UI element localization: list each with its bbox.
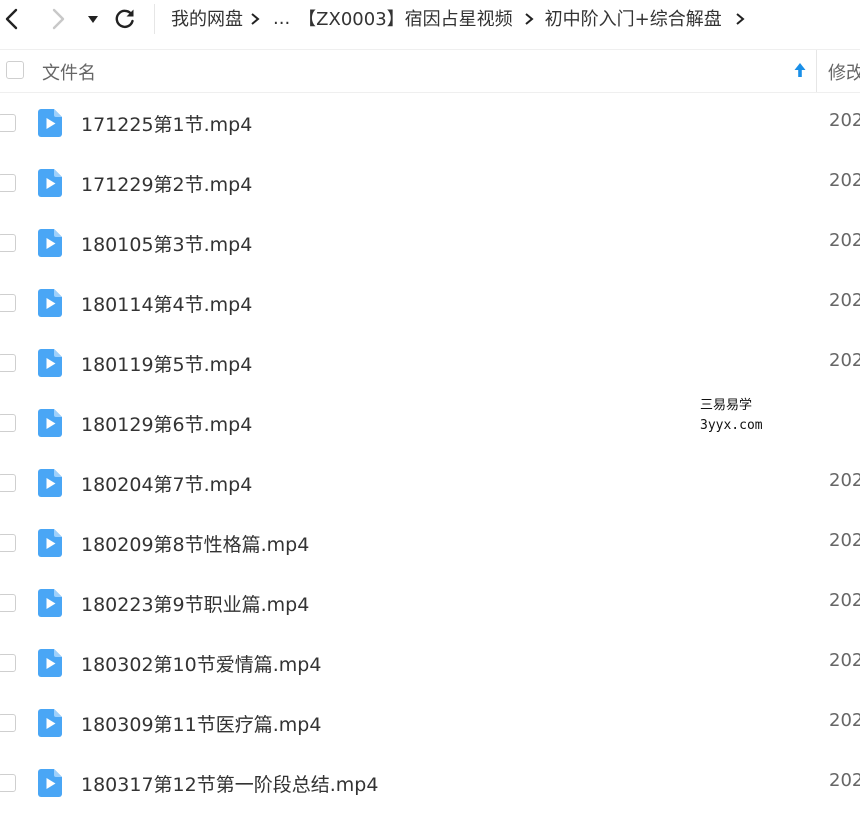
video-file-icon	[38, 589, 62, 617]
sort-up-arrow-icon[interactable]	[793, 61, 807, 79]
chevron-right-icon	[517, 8, 541, 29]
watermark: 三易易学 3yyx.com	[700, 396, 763, 436]
file-name[interactable]: 180204第7节.mp4	[81, 470, 252, 497]
file-modified-date: 202	[829, 710, 860, 731]
row-checkbox[interactable]	[0, 774, 16, 792]
table-row[interactable]: 180223第9节职业篇.mp4 202	[0, 573, 860, 633]
history-dropdown-button[interactable]	[82, 5, 110, 33]
breadcrumb-item-my-drive[interactable]: 我的网盘	[171, 5, 243, 31]
file-modified-date: 202	[829, 650, 860, 671]
file-modified-date: 202	[829, 530, 860, 551]
column-header-filename[interactable]: 文件名	[42, 59, 96, 85]
file-name[interactable]: 171225第1节.mp4	[81, 110, 252, 137]
video-file-icon	[38, 529, 62, 557]
table-row[interactable]: 180204第7节.mp4 202	[0, 453, 860, 513]
video-file-icon	[38, 409, 62, 437]
row-checkbox[interactable]	[0, 534, 16, 552]
table-row[interactable]: 180302第10节爱情篇.mp4 202	[0, 633, 860, 693]
file-modified-date: 202	[829, 350, 860, 371]
refresh-icon	[115, 9, 134, 28]
file-modified-date: 202	[829, 110, 860, 131]
file-name[interactable]: 171229第2节.mp4	[81, 170, 252, 197]
file-modified-date: 202	[829, 170, 860, 191]
chevron-right-icon	[728, 8, 752, 29]
chevron-left-icon	[5, 8, 18, 30]
file-name[interactable]: 180105第3节.mp4	[81, 230, 252, 257]
file-modified-date: 202	[829, 770, 860, 791]
column-divider[interactable]	[816, 50, 817, 92]
video-file-icon	[38, 469, 62, 497]
file-list: 171225第1节.mp4 202 171229第2节.mp4 202 180105第3…	[0, 93, 860, 813]
video-file-icon	[38, 289, 62, 317]
row-checkbox[interactable]	[0, 714, 16, 732]
row-checkbox[interactable]	[0, 414, 16, 432]
file-modified-date: 202	[829, 470, 860, 491]
breadcrumb-item-ellipsis[interactable]: ...	[273, 8, 290, 29]
select-all-checkbox[interactable]	[6, 61, 24, 79]
video-file-icon	[38, 229, 62, 257]
refresh-button[interactable]	[111, 5, 139, 33]
file-name[interactable]: 180119第5节.mp4	[81, 350, 252, 377]
row-checkbox[interactable]	[0, 174, 16, 192]
row-checkbox[interactable]	[0, 234, 16, 252]
column-header-modified[interactable]: 修改	[828, 59, 860, 85]
video-file-icon	[38, 169, 62, 197]
row-checkbox[interactable]	[0, 474, 16, 492]
file-name[interactable]: 180129第6节.mp4	[81, 410, 252, 437]
video-file-icon	[38, 109, 62, 137]
row-checkbox[interactable]	[0, 654, 16, 672]
video-file-icon	[38, 769, 62, 797]
row-checkbox[interactable]	[0, 354, 16, 372]
chevron-right-icon	[243, 8, 267, 29]
breadcrumb-item-folder[interactable]: 【ZX0003】宿因占星视频	[298, 5, 512, 31]
back-button[interactable]	[0, 5, 28, 33]
file-name[interactable]: 180223第9节职业篇.mp4	[81, 590, 309, 617]
table-row[interactable]: 180317第12节第一阶段总结.mp4 202	[0, 753, 860, 813]
file-list-header: 文件名 修改	[0, 49, 860, 93]
watermark-line-1: 三易易学	[700, 398, 753, 413]
file-name[interactable]: 180114第4节.mp4	[81, 290, 252, 317]
table-row[interactable]: 171225第1节.mp4 202	[0, 93, 860, 153]
navigation-bar: 我的网盘 ... 【ZX0003】宿因占星视频 初中阶入门+综合解盘	[0, 0, 860, 42]
table-row[interactable]: 180119第5节.mp4 202	[0, 333, 860, 393]
table-row[interactable]: 180209第8节性格篇.mp4 202	[0, 513, 860, 573]
file-modified-date: 202	[829, 590, 860, 611]
breadcrumb-item-current[interactable]: 初中阶入门+综合解盘	[545, 5, 722, 31]
chevron-right-icon	[52, 8, 65, 30]
row-checkbox[interactable]	[0, 114, 16, 132]
table-row[interactable]: 171229第2节.mp4 202	[0, 153, 860, 213]
file-name[interactable]: 180317第12节第一阶段总结.mp4	[81, 770, 378, 797]
table-row[interactable]: 180105第3节.mp4 202	[0, 213, 860, 273]
file-modified-date: 202	[829, 290, 860, 311]
file-name[interactable]: 180209第8节性格篇.mp4	[81, 530, 309, 557]
nav-divider	[154, 4, 155, 34]
watermark-line-2: 3yyx.com	[700, 418, 763, 433]
file-name[interactable]: 180302第10节爱情篇.mp4	[81, 650, 321, 677]
breadcrumb: 我的网盘 ... 【ZX0003】宿因占星视频 初中阶入门+综合解盘	[171, 4, 752, 32]
video-file-icon	[38, 709, 62, 737]
file-name[interactable]: 180309第11节医疗篇.mp4	[81, 710, 321, 737]
table-row[interactable]: 180114第4节.mp4 202	[0, 273, 860, 333]
caret-down-icon	[88, 16, 98, 23]
video-file-icon	[38, 649, 62, 677]
video-file-icon	[38, 349, 62, 377]
row-checkbox[interactable]	[0, 594, 16, 612]
row-checkbox[interactable]	[0, 294, 16, 312]
forward-button[interactable]	[44, 5, 72, 33]
file-modified-date: 202	[829, 230, 860, 251]
table-row[interactable]: 180309第11节医疗篇.mp4 202	[0, 693, 860, 753]
